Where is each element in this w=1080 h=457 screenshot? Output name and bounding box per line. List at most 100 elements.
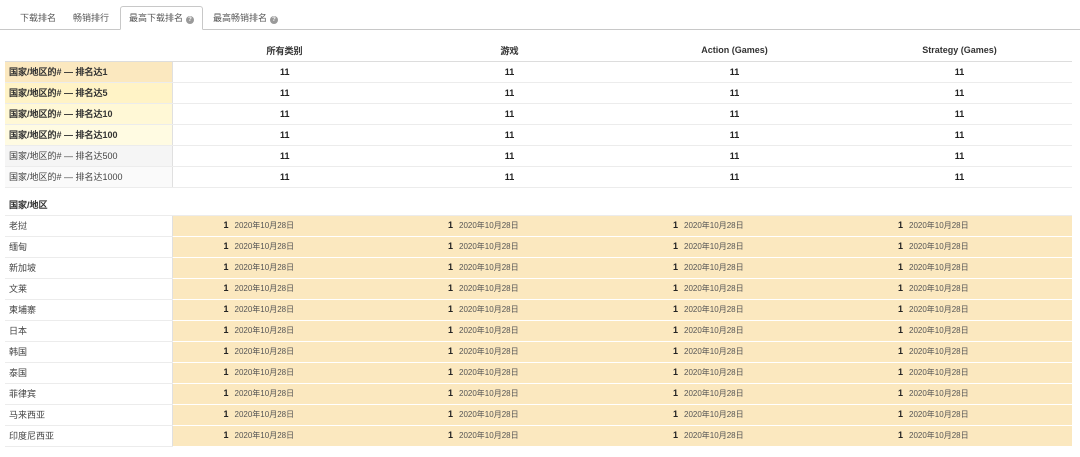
rank-value: 1 [447, 346, 453, 356]
help-icon[interactable]: ? [270, 16, 279, 24]
rank-value: 1 [672, 430, 678, 440]
rank-date: 2020年10月28日 [234, 221, 295, 230]
tab-download-rank[interactable]: 下载排名 [20, 8, 56, 30]
country-name[interactable]: 菲律宾 [5, 383, 173, 405]
rank-value: 1 [897, 283, 903, 293]
rank-cell: 1 2020年10月28日 [622, 320, 847, 342]
country-name[interactable]: 韩国 [5, 341, 173, 363]
summary-row: 国家/地区的# — 排名达1 11 11 11 11 [5, 61, 1072, 83]
rank-date: 2020年10月28日 [909, 242, 969, 251]
rank-date: 2020年10月28日 [459, 431, 519, 440]
rank-date: 2020年10月28日 [684, 410, 744, 419]
country-name[interactable]: 日本 [5, 320, 173, 342]
help-icon[interactable]: ? [186, 16, 195, 24]
rank-value: 1 [897, 325, 903, 335]
country-name[interactable]: 泰国 [5, 362, 173, 384]
rank-value: 1 [897, 262, 903, 272]
rank-value: 1 [223, 430, 229, 440]
rank-date: 2020年10月28日 [684, 347, 744, 356]
rank-date: 2020年10月28日 [684, 431, 744, 440]
country-row: 文莱 1 2020年10月28日 1 2020年10月28日 1 2020年10月28日 1 2… [5, 278, 1072, 300]
tab-top-grossing-rank[interactable]: 畅销排行 [73, 8, 109, 30]
rank-cell: 1 2020年10月28日 [397, 425, 622, 447]
tab-highest-grossing-rank[interactable]: 最高畅销排名? [213, 8, 279, 30]
column-header-all-categories[interactable]: 所有类别 [172, 40, 397, 62]
rank-cell: 1 2020年10月28日 [397, 383, 622, 405]
rank-date: 2020年10月28日 [684, 368, 744, 377]
summary-row-label: 国家/地区的# — 排名达10 [5, 103, 173, 125]
summary-value: 11 [397, 166, 622, 188]
rank-value: 1 [223, 220, 229, 230]
rank-cell: 1 2020年10月28日 [847, 404, 1072, 426]
rank-cell: 1 2020年10月28日 [397, 404, 622, 426]
rank-date: 2020年10月28日 [459, 305, 519, 314]
rank-cell: 1 2020年10月28日 [622, 404, 847, 426]
rank-cell: 1 2020年10月28日 [847, 299, 1072, 321]
column-header-games[interactable]: 游戏 [397, 40, 622, 62]
rank-value: 1 [672, 304, 678, 314]
rank-value: 1 [447, 409, 453, 419]
summary-value: 11 [622, 124, 847, 146]
country-name[interactable]: 缅甸 [5, 236, 173, 258]
summary-value: 11 [397, 103, 622, 125]
rank-cell: 1 2020年10月28日 [397, 320, 622, 342]
rank-value: 1 [672, 220, 678, 230]
rank-cell: 1 2020年10月28日 [622, 425, 847, 447]
rank-date: 2020年10月28日 [909, 368, 969, 377]
rank-value: 1 [223, 262, 229, 272]
rank-cell: 1 2020年10月28日 [847, 257, 1072, 279]
rank-date: 2020年10月28日 [909, 263, 969, 272]
rank-value: 1 [897, 220, 903, 230]
rank-value: 1 [223, 388, 229, 398]
rank-cell: 1 2020年10月28日 [172, 215, 397, 237]
summary-value: 11 [172, 124, 397, 146]
rank-value: 1 [223, 283, 229, 293]
rank-date: 2020年10月28日 [909, 389, 969, 398]
tab-highest-download-rank[interactable]: 最高下载排名? [120, 6, 204, 30]
rank-value: 1 [672, 388, 678, 398]
tab-label: 畅销排行 [73, 13, 110, 23]
country-name[interactable]: 老挝 [5, 215, 173, 237]
rank-cell: 1 2020年10月28日 [397, 362, 622, 384]
rank-date: 2020年10月28日 [684, 284, 744, 293]
summary-row: 国家/地区的# — 排名达10 11 11 11 11 [5, 103, 1072, 125]
country-row: 菲律宾 1 2020年10月28日 1 2020年10月28日 1 2020年10月28日 1… [5, 383, 1072, 405]
summary-value: 11 [622, 103, 847, 125]
rank-date: 2020年10月28日 [459, 389, 519, 398]
summary-value: 11 [622, 166, 847, 188]
rank-value: 1 [897, 241, 903, 251]
country-name[interactable]: 柬埔寨 [5, 299, 173, 321]
column-header-strategy-games[interactable]: Strategy (Games) [847, 40, 1072, 62]
rank-date: 2020年10月28日 [684, 305, 744, 314]
rank-date: 2020年10月28日 [234, 410, 295, 419]
country-name[interactable]: 文莱 [5, 278, 173, 300]
rank-cell: 1 2020年10月28日 [847, 341, 1072, 363]
rank-date: 2020年10月28日 [909, 221, 969, 230]
rank-date: 2020年10月28日 [234, 326, 295, 335]
rank-cell: 1 2020年10月28日 [622, 362, 847, 384]
country-name[interactable]: 马来西亚 [5, 404, 173, 426]
country-name[interactable]: 新加坡 [5, 257, 173, 279]
rank-value: 1 [447, 367, 453, 377]
summary-value: 11 [847, 103, 1072, 125]
tab-label: 最高下载排名 [129, 13, 184, 23]
summary-value: 11 [172, 145, 397, 167]
rank-date: 2020年10月28日 [684, 221, 744, 230]
rank-cell: 1 2020年10月28日 [172, 362, 397, 384]
header-blank [5, 40, 172, 62]
summary-value: 11 [172, 166, 397, 188]
rank-value: 1 [447, 430, 453, 440]
column-header-action-games[interactable]: Action (Games) [622, 40, 847, 62]
rank-value: 1 [447, 283, 453, 293]
rank-cell: 1 2020年10月28日 [622, 341, 847, 363]
rank-date: 2020年10月28日 [909, 410, 969, 419]
rank-value: 1 [447, 388, 453, 398]
rank-value: 1 [223, 241, 229, 251]
rank-value: 1 [447, 241, 453, 251]
country-name[interactable]: 印度尼西亚 [5, 425, 173, 447]
rank-date: 2020年10月28日 [234, 347, 295, 356]
rank-cell: 1 2020年10月28日 [172, 257, 397, 279]
rank-value: 1 [897, 346, 903, 356]
tab-label: 最高畅销排名 [213, 13, 268, 23]
summary-value: 11 [172, 82, 397, 104]
